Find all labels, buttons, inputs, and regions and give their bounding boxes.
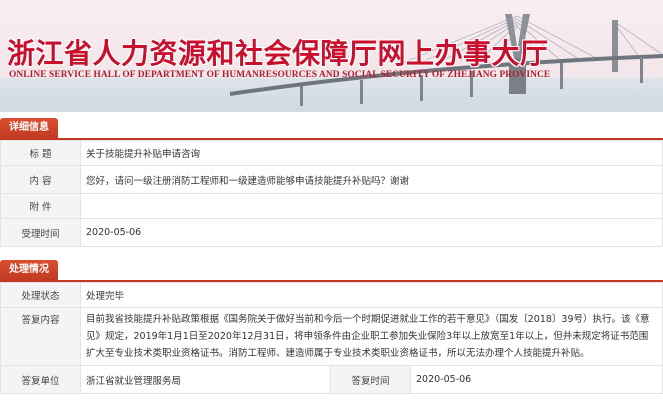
reply-time-label: 答复时间	[330, 365, 411, 394]
process-section-tab: 处理情况	[0, 260, 58, 280]
status-label: 处理状态	[0, 282, 81, 308]
unit-value: 浙江省就业管理服务局	[80, 365, 331, 394]
detail-table: 标 题 关于技能提升补贴申请咨询 内 容 您好，请问一级注册消防工程师和一级建造…	[0, 140, 663, 247]
header-banner: 浙江省人力资源和社会保障厅网上办事大厅 ONLINE SERVICE HALL …	[0, 0, 663, 112]
title-label: 标 题	[0, 140, 81, 166]
title-value: 关于技能提升补贴申请咨询	[80, 140, 663, 166]
table-row: 答复内容 目前我省技能提升补贴政策根据《国务院关于做好当前和今后一个时期促进就业…	[0, 307, 663, 366]
attachment-label: 附 件	[0, 193, 81, 219]
accept-time-label: 受理时间	[0, 218, 81, 247]
reply-label: 答复内容	[0, 307, 81, 366]
table-row: 内 容 您好，请问一级注册消防工程师和一级建造师能够申请技能提升补贴吗？谢谢	[0, 165, 663, 194]
content-label: 内 容	[0, 165, 81, 194]
table-row: 处理状态 处理完毕	[0, 282, 663, 308]
content-value: 您好，请问一级注册消防工程师和一级建造师能够申请技能提升补贴吗？谢谢	[80, 165, 663, 194]
process-section-header: 处理情况	[0, 247, 663, 282]
detail-section-tab: 详细信息	[0, 118, 58, 138]
site-subtitle: ONLINE SERVICE HALL OF DEPARTMENT OF HUM…	[9, 70, 551, 80]
status-value: 处理完毕	[80, 282, 663, 308]
table-row: 标 题 关于技能提升补贴申请咨询	[0, 140, 663, 166]
accept-time-value: 2020-05-06	[80, 218, 663, 247]
table-row: 附 件	[0, 193, 663, 219]
detail-section-header: 详细信息	[0, 112, 663, 140]
process-table: 处理状态 处理完毕 答复内容 目前我省技能提升补贴政策根据《国务院关于做好当前和…	[0, 282, 663, 394]
table-row: 答复单位 浙江省就业管理服务局 答复时间 2020-05-06	[0, 365, 663, 394]
unit-label: 答复单位	[0, 365, 81, 394]
reply-time-value: 2020-05-06	[410, 365, 663, 394]
attachment-value	[80, 193, 663, 219]
table-row: 受理时间 2020-05-06	[0, 218, 663, 247]
reply-content: 目前我省技能提升补贴政策根据《国务院关于做好当前和今后一个时期促进就业工作的若干…	[80, 307, 663, 366]
site-title: 浙江省人力资源和社会保障厅网上办事大厅	[7, 37, 549, 70]
